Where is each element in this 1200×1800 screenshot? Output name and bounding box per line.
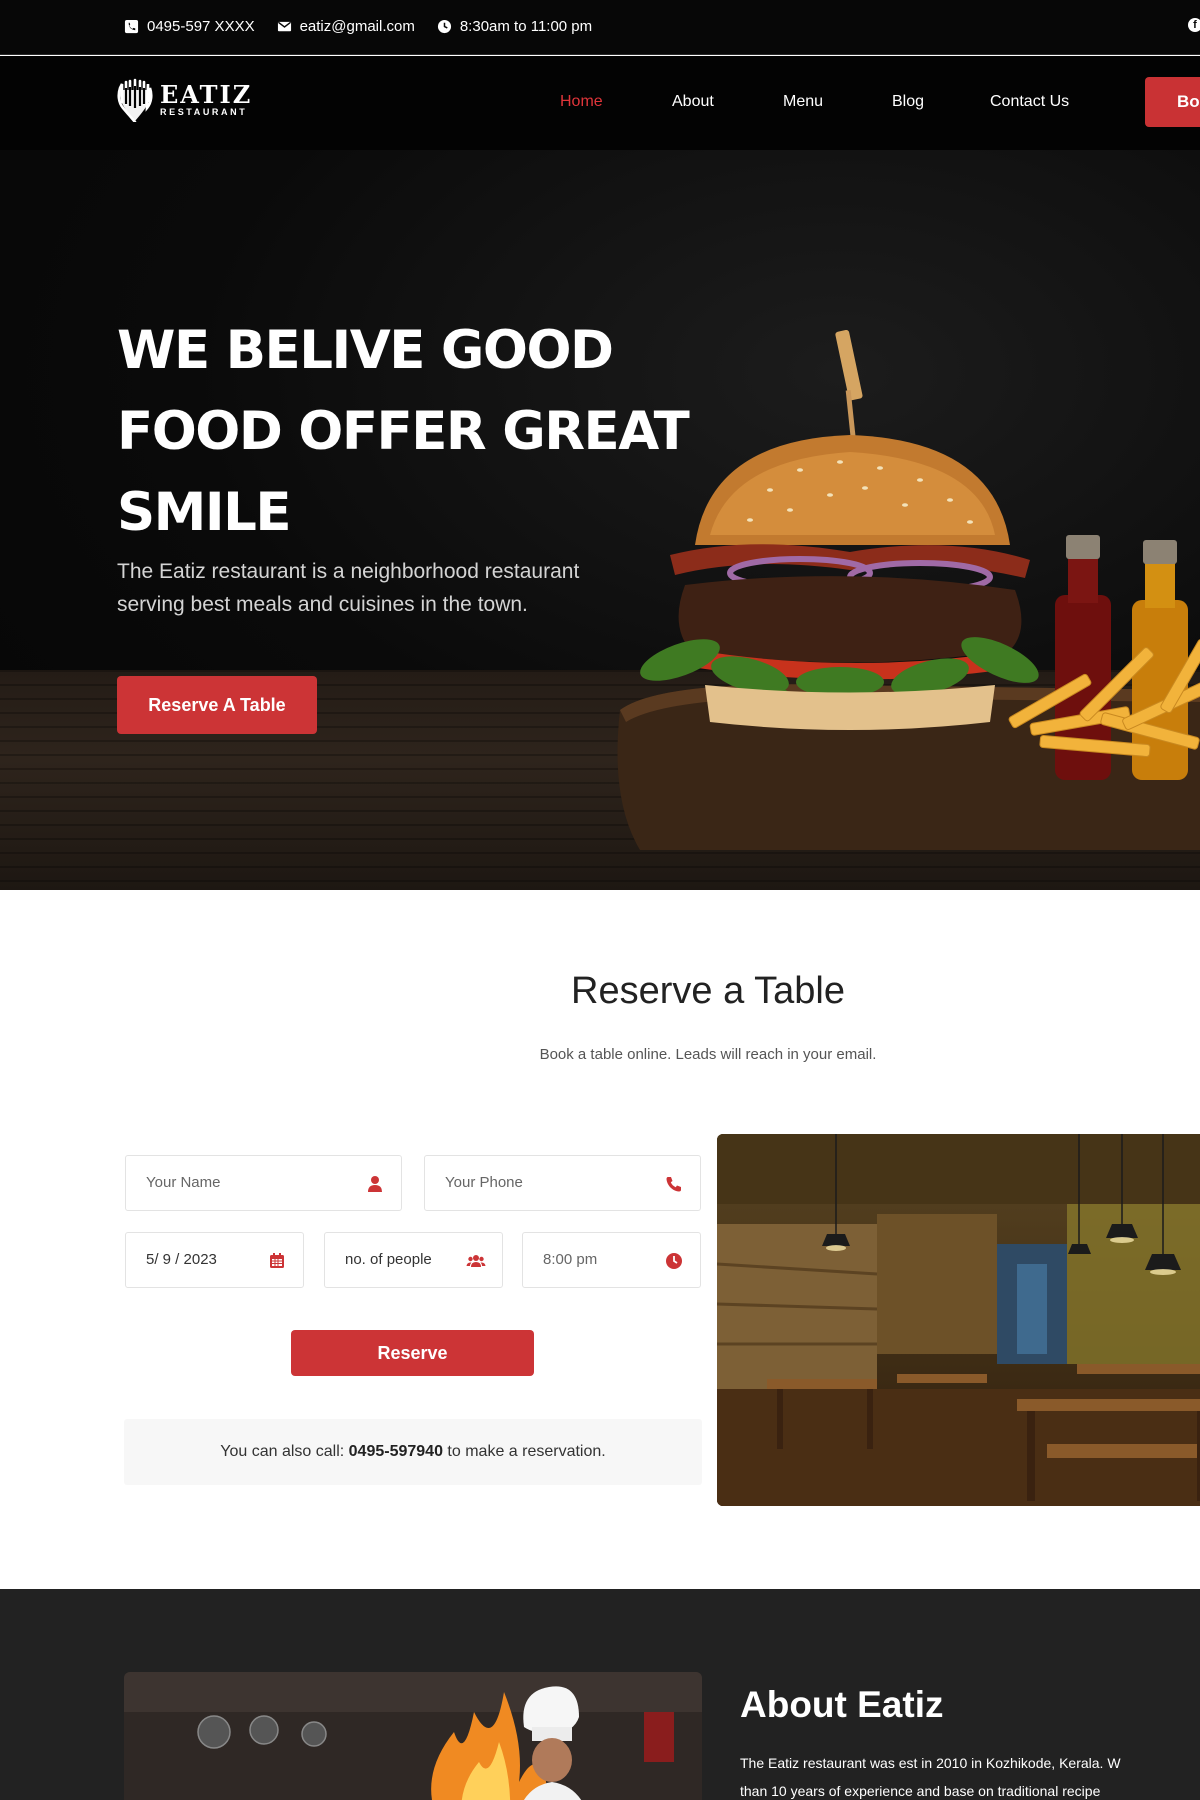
- hero-title-line-2: FOOD OFFER GREAT: [117, 401, 690, 462]
- about-description-line-1: The Eatiz restaurant was est in 2010 in …: [740, 1755, 1121, 1771]
- reserve-button[interactable]: Reserve: [291, 1330, 534, 1376]
- call-prefix: You can also call:: [220, 1443, 345, 1460]
- nav-item-home[interactable]: Home: [560, 92, 603, 112]
- reserve-table-button[interactable]: Reserve A Table: [117, 676, 317, 734]
- reserve-title: Reserve a Table: [571, 970, 845, 1012]
- people-value: no. of people: [345, 1251, 432, 1268]
- hero-title-line-3: SMILE: [117, 482, 292, 543]
- people-field[interactable]: no. of people: [324, 1232, 503, 1288]
- hero-description: The Eatiz restaurant is a neighborhood r…: [117, 555, 697, 621]
- main-navbar: EATIZ RESTAURANT Home About Menu Blog Co…: [0, 56, 1200, 150]
- phone-field[interactable]: Your Phone: [424, 1155, 701, 1211]
- book-button[interactable]: Bo: [1145, 77, 1200, 127]
- clock-icon: [437, 19, 452, 34]
- time-field[interactable]: 8:00 pm: [522, 1232, 701, 1288]
- top-bar: 0495-597 XXXX eatiz@gmail.com 8:30am to …: [0, 0, 1200, 55]
- hours-info: 8:30am to 11:00 pm: [437, 18, 592, 35]
- email-text: eatiz@gmail.com: [299, 18, 415, 35]
- nav-item-about[interactable]: About: [672, 92, 714, 112]
- phone-placeholder: Your Phone: [445, 1174, 523, 1191]
- hero-description-line-1: The Eatiz restaurant is a neighborhood r…: [117, 560, 580, 583]
- envelope-icon: [277, 19, 292, 34]
- nav-item-menu[interactable]: Menu: [783, 92, 823, 112]
- email-contact[interactable]: eatiz@gmail.com: [277, 18, 415, 35]
- clock-icon: [666, 1253, 682, 1269]
- call-notice: You can also call: 0495-597940 to make a…: [124, 1419, 702, 1485]
- user-icon: [368, 1176, 382, 1192]
- reserve-subtitle: Book a table online. Leads will reach in…: [539, 1046, 877, 1063]
- contact-info: 0495-597 XXXX eatiz@gmail.com 8:30am to …: [124, 18, 614, 35]
- about-title: About Eatiz: [740, 1684, 944, 1725]
- hero-title-line-1: WE BELIVE GOOD: [117, 320, 614, 381]
- phone-icon: [666, 1177, 681, 1192]
- name-placeholder: Your Name: [146, 1174, 221, 1191]
- nav-item-contact[interactable]: Contact Us: [990, 92, 1069, 112]
- facebook-icon[interactable]: f: [1188, 18, 1200, 32]
- time-value: 8:00 pm: [543, 1251, 598, 1268]
- phone-contact[interactable]: 0495-597 XXXX: [124, 18, 255, 35]
- date-value: 5/ 9 / 2023: [146, 1251, 217, 1268]
- date-field[interactable]: 5/ 9 / 2023: [125, 1232, 304, 1288]
- nav-item-blog[interactable]: Blog: [892, 92, 924, 112]
- hours-text: 8:30am to 11:00 pm: [459, 18, 593, 35]
- calendar-icon: [270, 1253, 284, 1268]
- restaurant-interior-image: [717, 1134, 1200, 1506]
- chef-kitchen-image: [124, 1672, 702, 1800]
- call-number[interactable]: 0495-597940: [349, 1443, 443, 1460]
- name-field[interactable]: Your Name: [125, 1155, 402, 1211]
- phone-icon: [124, 19, 139, 34]
- about-description: The Eatiz restaurant was est in 2010 in …: [740, 1749, 1200, 1800]
- hero-section: WE BELIVE GOOD FOOD OFFER GREAT SMILE Th…: [0, 150, 1200, 890]
- main-menu: Home About Menu Blog Contact Us: [0, 92, 1200, 116]
- hero-description-line-2: serving best meals and cuisines in the t…: [117, 593, 528, 616]
- phone-text: 0495-597 XXXX: [147, 18, 255, 35]
- users-icon: [466, 1255, 486, 1267]
- about-section: About Eatiz The Eatiz restaurant was est…: [0, 1589, 1200, 1800]
- hero-title: WE BELIVE GOOD FOOD OFFER GREAT SMILE: [117, 310, 737, 553]
- about-description-line-2: than 10 years of experience and base on …: [740, 1783, 1101, 1799]
- call-suffix: to make a reservation.: [447, 1443, 606, 1460]
